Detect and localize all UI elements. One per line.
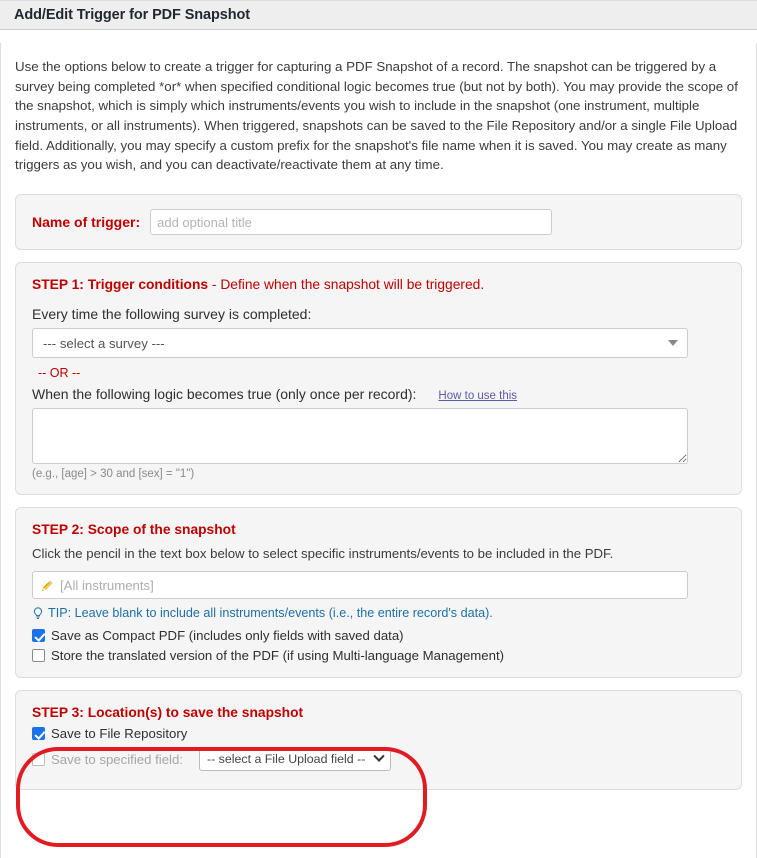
trigger-name-panel: Name of trigger: — [15, 194, 742, 251]
step2-panel: STEP 2: Scope of the snapshot Click the … — [15, 507, 742, 679]
survey-select-label: Every time the following survey is compl… — [32, 306, 312, 323]
or-separator: -- OR -- — [38, 366, 81, 381]
file-upload-field-select-value: -- select a File Upload field -- — [206, 752, 366, 767]
step1-heading-strong: STEP 1: Trigger conditions — [32, 277, 209, 293]
file-repository-checkbox-row[interactable]: Save to File Repository — [32, 726, 725, 741]
compact-pdf-checkbox[interactable] — [32, 629, 45, 643]
chevron-down-icon — [373, 750, 386, 762]
logic-hint: (e.g., [age] > 30 and [sex] = "1") — [32, 468, 195, 481]
survey-select-value: --- select a survey --- — [43, 335, 165, 351]
step1-heading-rest: - Define when the snapshot will be trigg… — [208, 277, 485, 293]
page-title: Add/Edit Trigger for PDF Snapshot — [14, 7, 250, 23]
how-to-use-this-link[interactable]: How to use this — [438, 390, 517, 402]
dialog-body: Use the options below to create a trigge… — [0, 43, 757, 858]
specified-field-checkbox-row[interactable]: Save to specified field: -- select a Fil… — [32, 747, 725, 772]
file-repository-checkbox[interactable] — [32, 727, 45, 741]
file-upload-field-select[interactable]: -- select a File Upload field -- — [198, 747, 392, 772]
specified-field-label: Save to specified field: — [51, 751, 183, 767]
logic-label: When the following logic becomes true (o… — [32, 386, 417, 403]
pdf-snapshot-trigger-dialog: Add/Edit Trigger for PDF Snapshot Use th… — [0, 0, 757, 858]
scope-tip: TIP: Leave blank to include all instrume… — [32, 606, 725, 620]
scope-tip-text: TIP: Leave blank to include all instrume… — [48, 606, 493, 621]
step2-heading: STEP 2: Scope of the snapshot — [32, 522, 725, 537]
step2-description: Click the pencil in the text box below t… — [32, 546, 614, 562]
translated-pdf-checkbox-row[interactable]: Store the translated version of the PDF … — [32, 648, 725, 663]
scope-input[interactable]: [All instruments] — [32, 571, 688, 600]
intro-paragraph: Use the options below to create a trigge… — [15, 59, 738, 173]
trigger-name-row: Name of trigger: — [32, 209, 725, 236]
survey-select[interactable]: --- select a survey --- — [32, 328, 688, 359]
translated-pdf-label: Store the translated version of the PDF … — [51, 648, 505, 664]
step3-heading: STEP 3: Location(s) to save the snapshot — [32, 705, 725, 720]
trigger-name-input[interactable] — [150, 209, 553, 236]
lightbulb-icon — [33, 607, 43, 619]
dialog-header: Add/Edit Trigger for PDF Snapshot — [0, 0, 757, 30]
step3-heading-text: STEP 3: Location(s) to save the snapshot — [32, 705, 304, 721]
compact-pdf-checkbox-row[interactable]: Save as Compact PDF (includes only field… — [32, 628, 725, 643]
logic-textarea[interactable] — [32, 408, 688, 465]
compact-pdf-label: Save as Compact PDF (includes only field… — [51, 628, 404, 644]
file-repository-label: Save to File Repository — [51, 726, 188, 742]
step1-heading: STEP 1: Trigger conditions - Define when… — [32, 277, 725, 292]
step2-heading-text: STEP 2: Scope of the snapshot — [32, 522, 236, 538]
scope-placeholder-text: [All instruments] — [60, 577, 154, 593]
step1-panel: STEP 1: Trigger conditions - Define when… — [15, 262, 742, 496]
logic-label-row: When the following logic becomes true (o… — [32, 386, 725, 402]
pencil-icon — [42, 579, 53, 591]
trigger-name-label: Name of trigger: — [32, 214, 141, 231]
translated-pdf-checkbox[interactable] — [32, 649, 45, 663]
step3-panel: STEP 3: Location(s) to save the snapshot… — [15, 690, 742, 791]
specified-field-checkbox[interactable] — [32, 752, 45, 766]
caret-down-icon — [668, 340, 678, 347]
